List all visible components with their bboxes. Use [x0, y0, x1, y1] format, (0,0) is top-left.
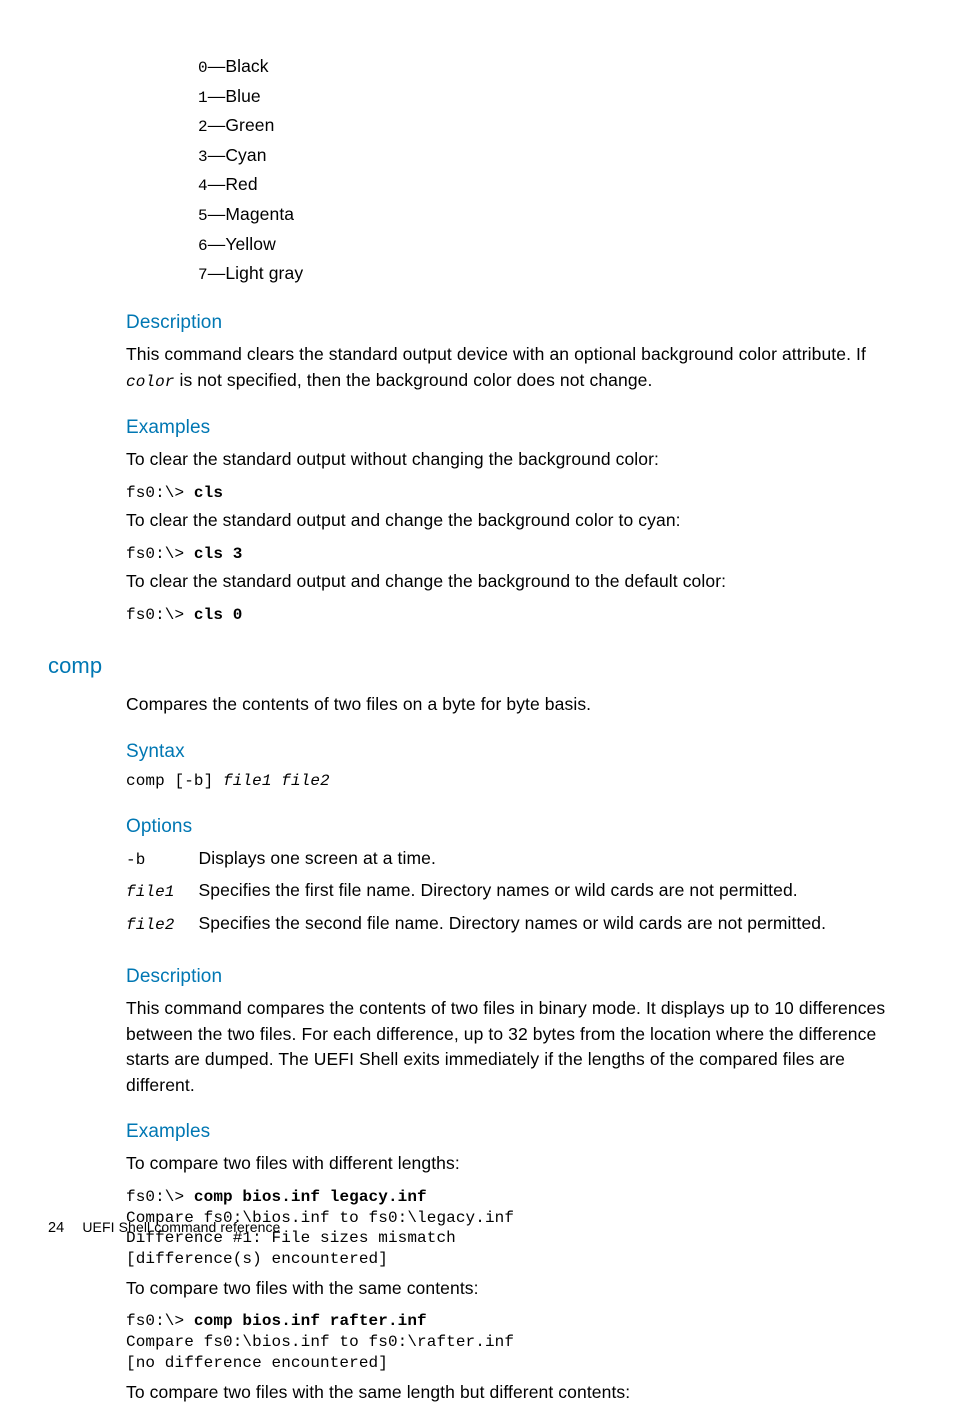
color-name: Black — [225, 56, 268, 76]
comp-heading: comp — [48, 650, 900, 682]
option-term: -b — [126, 851, 145, 869]
footer-title: UEFI Shell command reference — [82, 1219, 280, 1235]
color-dash: — — [208, 115, 226, 135]
comp-example3-label: To compare two files with the same lengt… — [126, 1380, 900, 1405]
color-code: 0 — [198, 59, 208, 77]
option-row: file1 Specifies the first file name. Dir… — [126, 878, 826, 910]
color-dash: — — [208, 56, 226, 76]
color-code: 4 — [198, 177, 208, 195]
comp-description-text: This command compares the contents of tw… — [126, 996, 900, 1098]
comp-syntax-heading: Syntax — [126, 738, 900, 766]
cls-example1-label: To clear the standard output without cha… — [126, 447, 900, 472]
color-item: 3—Cyan — [198, 141, 900, 171]
cls-example1-code: fs0:\> cls — [126, 483, 900, 505]
color-dash: — — [208, 145, 226, 165]
color-name: Blue — [225, 86, 260, 106]
color-item: 6—Yellow — [198, 230, 900, 260]
color-name: Light gray — [225, 263, 303, 283]
color-item: 2—Green — [198, 111, 900, 141]
color-item: 7—Light gray — [198, 259, 900, 289]
color-code: 1 — [198, 89, 208, 107]
option-term: file1 — [126, 883, 175, 901]
color-dash: — — [208, 234, 226, 254]
color-dash: — — [208, 263, 226, 283]
comp-description-heading: Description — [126, 963, 900, 991]
color-code: 6 — [198, 237, 208, 255]
cls-example3-label: To clear the standard output and change … — [126, 569, 900, 594]
comp-options-table: -b Displays one screen at a time. file1 … — [126, 846, 826, 943]
cls-example2-code: fs0:\> cls 3 — [126, 544, 900, 566]
comp-example2-code: fs0:\> comp bios.inf rafter.inf Compare … — [126, 1311, 900, 1373]
option-row: -b Displays one screen at a time. — [126, 846, 826, 878]
comp-summary: Compares the contents of two files on a … — [126, 692, 900, 717]
cls-description-heading: Description — [126, 309, 900, 337]
color-name: Yellow — [225, 234, 276, 254]
page-number: 24 — [48, 1220, 64, 1236]
comp-examples-heading: Examples — [126, 1118, 900, 1146]
cls-example3-code: fs0:\> cls 0 — [126, 605, 900, 627]
cls-example2-label: To clear the standard output and change … — [126, 508, 900, 533]
cls-description-text: This command clears the standard output … — [126, 342, 900, 394]
comp-options-heading: Options — [126, 813, 900, 841]
comp-syntax-line: comp [-b] file1 file2 — [126, 771, 900, 793]
option-desc: Specifies the second file name. Director… — [199, 911, 827, 943]
color-name: Green — [225, 115, 274, 135]
comp-example1-label: To compare two files with different leng… — [126, 1151, 900, 1176]
color-name: Cyan — [225, 145, 266, 165]
option-row: file2 Specifies the second file name. Di… — [126, 911, 826, 943]
color-code: 2 — [198, 118, 208, 136]
option-term: file2 — [126, 916, 175, 934]
color-dash: — — [208, 174, 226, 194]
cls-examples-heading: Examples — [126, 414, 900, 442]
page-footer: 24 UEFI Shell command reference — [48, 1217, 280, 1239]
color-item: 1—Blue — [198, 82, 900, 112]
color-item: 5—Magenta — [198, 200, 900, 230]
color-name: Magenta — [225, 204, 294, 224]
color-name: Red — [225, 174, 257, 194]
color-item: 4—Red — [198, 170, 900, 200]
option-desc: Specifies the first file name. Directory… — [199, 878, 827, 910]
comp-example2-label: To compare two files with the same conte… — [126, 1276, 900, 1301]
color-code: 3 — [198, 148, 208, 166]
color-dash: — — [208, 86, 226, 106]
cls-color-list: 0—Black 1—Blue 2—Green 3—Cyan 4—Red 5—Ma… — [198, 52, 900, 289]
color-code: 7 — [198, 266, 208, 284]
color-code: 5 — [198, 207, 208, 225]
color-dash: — — [208, 204, 226, 224]
color-item: 0—Black — [198, 52, 900, 82]
option-desc: Displays one screen at a time. — [199, 846, 827, 878]
